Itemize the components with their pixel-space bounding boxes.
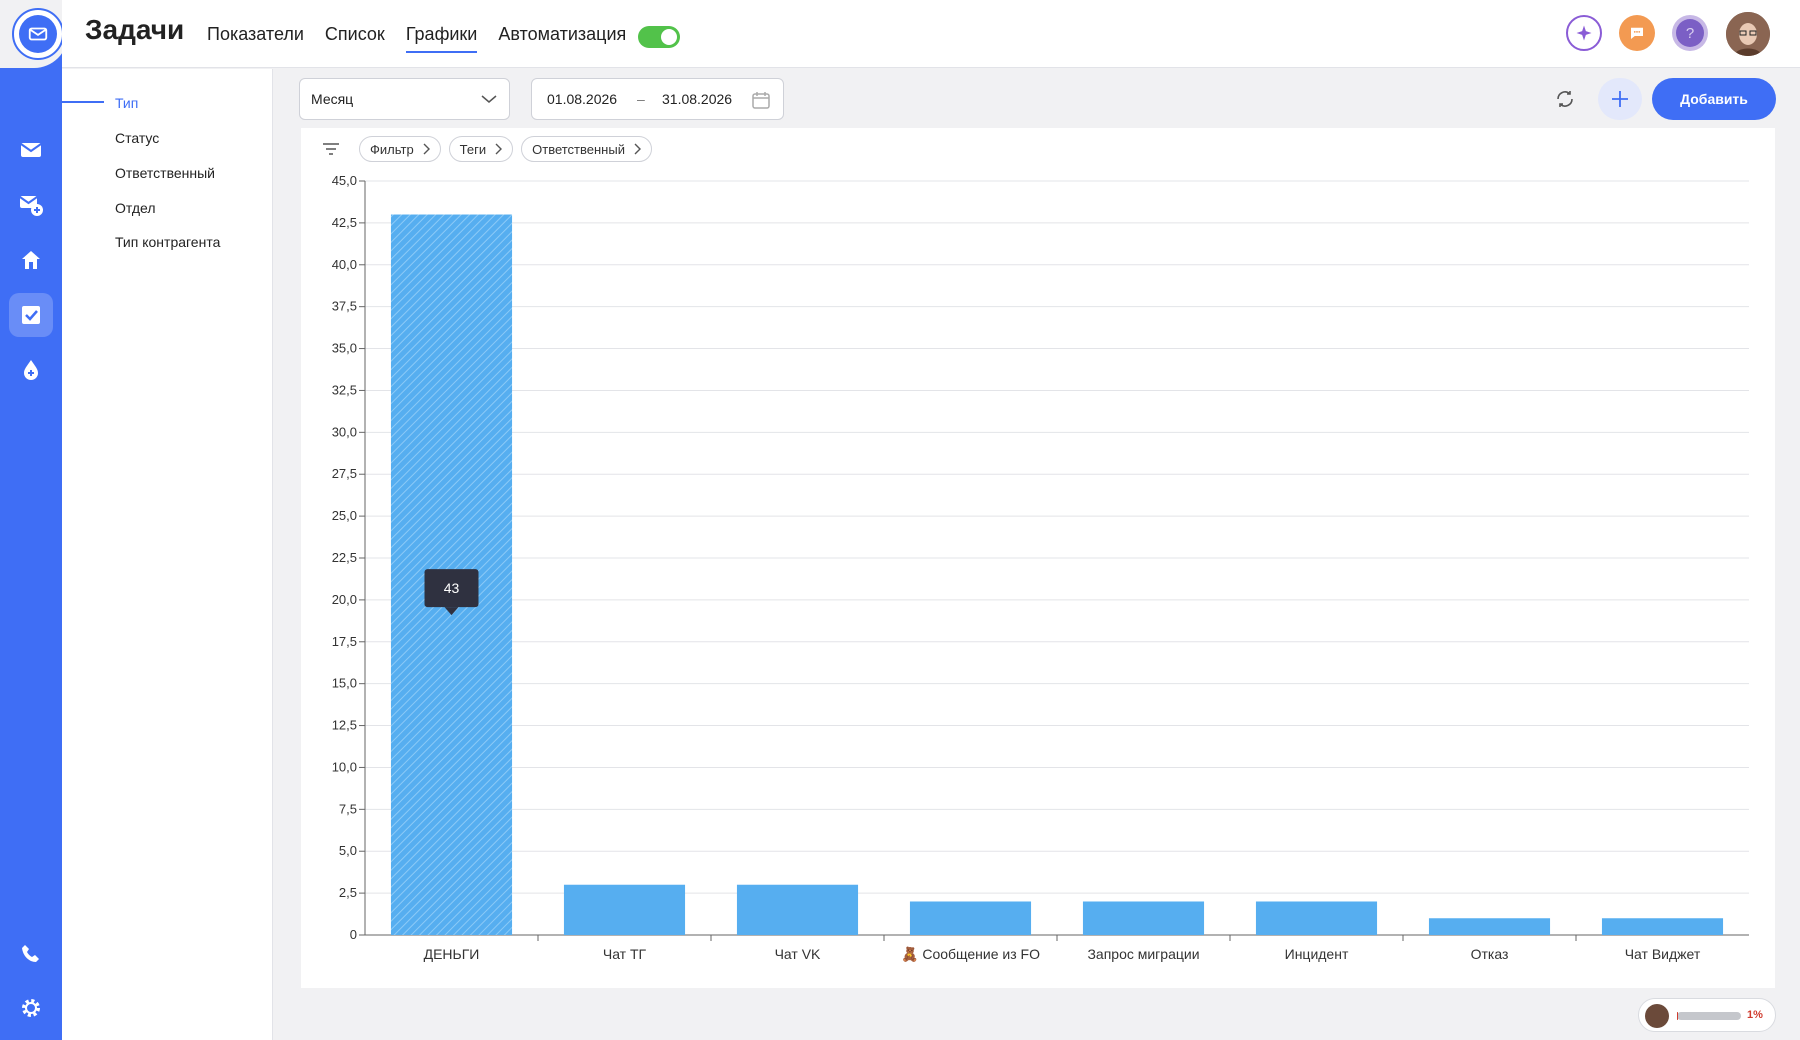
y-tick-label: 12,5	[332, 718, 357, 733]
app-rail	[0, 0, 68, 1040]
bar-chart: 0 2,5 5,0 7,5 10,0 12,5 15,0 17,5 20,0 22,5 25,0 27…	[332, 173, 1749, 963]
date-from[interactable]: 01.08.2026	[547, 91, 617, 107]
y-tick-label: 7,5	[339, 801, 357, 816]
y-tick-label: 35,0	[332, 341, 357, 356]
chart-bar[interactable]	[1082, 901, 1205, 935]
y-tick-label: 2,5	[339, 885, 357, 900]
y-tick-label: 45,0	[332, 173, 357, 188]
chart-bar[interactable]	[1601, 918, 1724, 935]
chart-bar[interactable]	[736, 884, 859, 935]
y-tick-label: 37,5	[332, 299, 357, 314]
chart-group-sidebar: Тип Статус Ответственный Отдел Тип контр…	[62, 69, 273, 1040]
chart-bar[interactable]	[909, 901, 1032, 935]
x-tick-label: Чат VK	[775, 946, 821, 962]
group-status[interactable]: Статус	[115, 130, 159, 146]
group-responsible[interactable]: Ответственный	[115, 165, 215, 181]
y-tick-label: 10,0	[332, 759, 357, 774]
y-tick-label: 27,5	[332, 466, 357, 481]
y-tick-label: 30,0	[332, 424, 357, 439]
mail-add-icon[interactable]	[9, 183, 53, 227]
y-tick-label: 40,0	[332, 257, 357, 272]
tab-charts[interactable]: Графики	[405, 24, 478, 53]
date-range-picker[interactable]: 01.08.2026 – 31.08.2026	[531, 78, 784, 120]
logo-area	[0, 0, 68, 68]
progress-fill	[1677, 1012, 1678, 1020]
y-tick-label: 0	[350, 927, 357, 942]
x-tick-label: Отказ	[1471, 946, 1509, 962]
group-department[interactable]: Отдел	[115, 200, 156, 216]
group-type[interactable]: Тип	[115, 95, 138, 111]
top-header: Задачи Показатели Список Графики Автомат…	[62, 0, 1800, 68]
chart-bar[interactable]	[1255, 901, 1378, 935]
y-tick-label: 5,0	[339, 843, 357, 858]
progress-widget[interactable]: 1%	[1638, 998, 1776, 1032]
plus-icon[interactable]	[1598, 78, 1642, 120]
x-tick-label: ДЕНЬГИ	[424, 946, 480, 962]
x-tick-label: 🧸 Сообщение из FO	[901, 946, 1040, 963]
x-tick-label: Чат Виджет	[1625, 946, 1701, 962]
phone-icon[interactable]	[9, 932, 53, 976]
y-tick-label: 22,5	[332, 550, 357, 565]
progress-bar	[1677, 1012, 1741, 1020]
y-tick-label: 42,5	[332, 215, 357, 230]
top-nav: Показатели Список Графики Автоматизация	[207, 24, 626, 53]
tab-automation[interactable]: Автоматизация	[498, 24, 626, 53]
period-select[interactable]: Месяц	[299, 78, 510, 120]
y-tick-label: 25,0	[332, 508, 357, 523]
tooltip-value: 43	[444, 580, 460, 596]
automation-toggle[interactable]	[638, 26, 680, 48]
sparkle-icon[interactable]	[1566, 15, 1602, 51]
period-value: Месяц	[311, 91, 354, 107]
app-logo[interactable]	[12, 8, 64, 60]
tab-indicators[interactable]: Показатели	[207, 24, 304, 53]
mail-icon[interactable]	[9, 128, 53, 172]
chevron-down-icon	[481, 95, 497, 103]
date-to[interactable]: 31.08.2026	[662, 91, 732, 107]
user-avatar-small	[1645, 1004, 1669, 1028]
group-counterparty-type[interactable]: Тип контрагента	[115, 234, 220, 250]
user-avatar[interactable]	[1726, 12, 1770, 56]
mail-logo-icon	[19, 15, 57, 53]
y-tick-label: 20,0	[332, 592, 357, 607]
gear-icon[interactable]	[9, 986, 53, 1030]
chart-bar[interactable]	[1428, 918, 1551, 935]
drop-icon[interactable]	[9, 348, 53, 392]
active-indicator	[62, 101, 104, 103]
chat-icon[interactable]	[1619, 15, 1655, 51]
x-tick-label: Чат ТГ	[603, 946, 647, 962]
page-title: Задачи	[85, 14, 185, 45]
checkbox-icon[interactable]	[9, 293, 53, 337]
house-icon[interactable]	[9, 238, 53, 282]
y-tick-label: 15,0	[332, 676, 357, 691]
chart-panel: Фильтр Теги Ответственный 0 2,5 5,0 7,5 10,0…	[301, 128, 1775, 988]
y-tick-label: 32,5	[332, 382, 357, 397]
date-separator: –	[637, 91, 645, 107]
y-tick-label: 17,5	[332, 634, 357, 649]
help-icon[interactable]: ?	[1672, 15, 1708, 51]
x-tick-label: Запрос миграции	[1087, 946, 1199, 962]
refresh-icon[interactable]	[1543, 78, 1587, 120]
tab-list[interactable]: Список	[325, 24, 385, 53]
chart-bar[interactable]	[563, 884, 686, 935]
x-tick-label: Инцидент	[1285, 946, 1349, 962]
progress-label: 1%	[1747, 1009, 1763, 1021]
calendar-icon[interactable]	[751, 90, 771, 110]
add-button[interactable]: Добавить	[1652, 78, 1776, 120]
